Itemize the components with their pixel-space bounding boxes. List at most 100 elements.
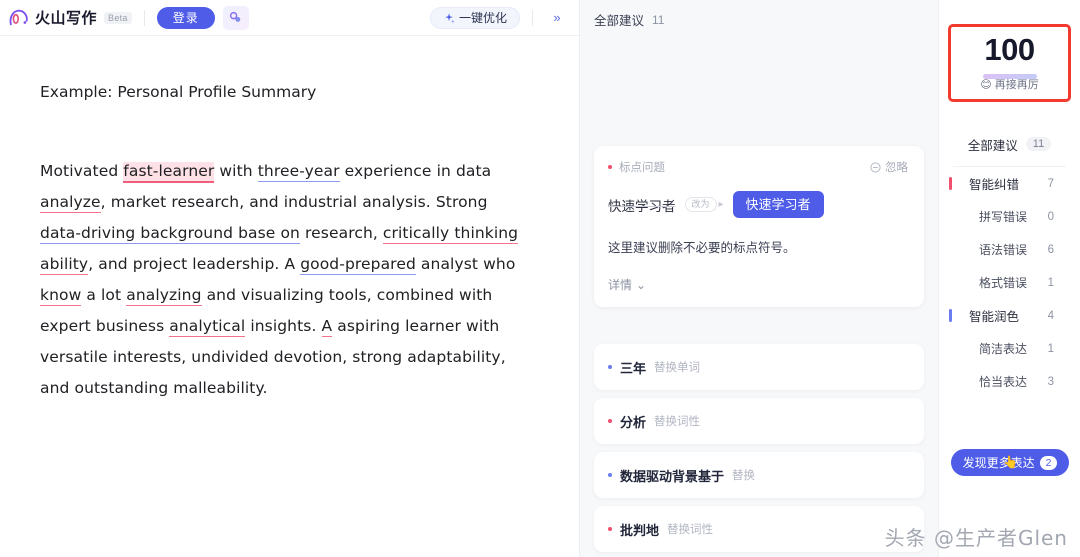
all-suggestions-label: 全部建议	[967, 138, 1018, 153]
doc-marked-text[interactable]: three-year	[257, 161, 340, 182]
suggestion-list-item[interactable]: 三年 替换单词	[594, 344, 924, 390]
change-chip-label: 改为	[684, 196, 717, 213]
doc-text: insights.	[245, 316, 322, 335]
category-count: 4	[1047, 309, 1054, 322]
sidebar-subcategory-0-0[interactable]: 拼写错误 0	[939, 200, 1080, 233]
hand-emoji-icon: 👆	[1003, 455, 1018, 469]
suggestion-type-dot	[608, 419, 612, 423]
subcategory-count: 1	[1047, 342, 1054, 355]
suggestion-kind: 替换单词	[654, 362, 701, 374]
editor-column: 火山写作 Beta 登录 一键优化 » Example: Personal Pr…	[0, 0, 580, 557]
arrow-right-icon: ▸	[718, 199, 724, 210]
suggestion-type-dot	[608, 527, 612, 531]
suggestions-header: 全部建议 11	[580, 0, 938, 29]
sidebar-subcategory-0-2[interactable]: 格式错误 1	[939, 266, 1080, 299]
doc-text: experience in data	[339, 161, 492, 180]
suggestion-type-dot	[608, 365, 612, 369]
top-toolbar: 火山写作 Beta 登录 一键优化 »	[0, 0, 579, 36]
smile-emoji-icon: 😊	[980, 78, 992, 91]
replacement-row: 快速学习者 改为 ▸ 快速学习者	[608, 191, 908, 218]
suggestion-type-dot	[608, 165, 612, 169]
change-arrow: 改为 ▸	[684, 196, 724, 213]
suggestion-list-item[interactable]: 分析 替换词性	[594, 398, 924, 444]
one-click-optimize-button[interactable]: 一键优化	[429, 6, 520, 29]
magic-gear-icon[interactable]	[222, 5, 249, 30]
discover-more-label: 发现更多表达	[962, 456, 1035, 470]
doc-marked-text[interactable]: analyze	[40, 192, 101, 213]
doc-marked-text[interactable]: fast-learner	[123, 161, 215, 183]
ignore-label: 忽略	[885, 162, 908, 174]
subcategory-label: 格式错误	[979, 276, 1028, 290]
ignore-button[interactable]: 忽略	[870, 159, 908, 175]
doc-marked-text[interactable]: A	[321, 316, 333, 337]
suggestion-word: 批判地	[620, 522, 660, 538]
suggestion-kind: 替换词性	[654, 416, 701, 428]
subcategory-count: 1	[1047, 276, 1054, 289]
document-body[interactable]: Motivated fast-learner with three-year e…	[40, 156, 529, 404]
doc-text: analyst who	[415, 254, 516, 273]
suggestion-type-dot	[608, 473, 612, 477]
suggestion-description: 这里建议删除不必要的标点符号。	[608, 241, 796, 255]
suggestions-header-count: 11	[652, 12, 665, 27]
doc-marked-text[interactable]: good-prepared	[300, 254, 416, 275]
score-caption: 😊 再接再厉	[980, 76, 1038, 92]
discover-more-count: 2	[1039, 455, 1058, 470]
sidebar-subcategory-1-0[interactable]: 简洁表达 1	[939, 332, 1080, 365]
details-toggle[interactable]: 详情 ⌄	[608, 276, 908, 293]
login-button[interactable]: 登录	[156, 6, 215, 29]
app-root: 火山写作 Beta 登录 一键优化 » Example: Personal Pr…	[0, 0, 1080, 557]
category-label: 智能润色	[969, 310, 1020, 324]
chevron-down-icon: ⌄	[636, 277, 647, 292]
sidebar-subcategory-1-1[interactable]: 恰当表达 3	[939, 365, 1080, 398]
category-color-bar	[949, 177, 952, 190]
suggestion-card-header: 标点问题 忽略	[608, 159, 908, 175]
sidebar-category-0[interactable]: 智能纠错 7	[939, 167, 1080, 200]
apply-replacement-button[interactable]: 快速学习者	[732, 191, 824, 218]
optimize-label: 一键优化	[458, 10, 507, 25]
brand-name: 火山写作	[35, 10, 98, 27]
toolbar-divider-2	[532, 9, 533, 26]
category-list: 智能纠错 7 拼写错误 0 语法错误 6 格式错误 1 智能润色 4 简洁表达 1 恰当表达 3	[939, 167, 1080, 398]
toolbar-divider	[143, 9, 145, 26]
volcano-logo-icon	[9, 9, 28, 25]
sidebar-subcategory-0-1[interactable]: 语法错误 6	[939, 233, 1080, 266]
sidebar-item-all-suggestions[interactable]: 全部建议 11	[939, 128, 1080, 160]
original-text: 快速学习者	[608, 198, 676, 214]
circle-minus-icon	[870, 161, 881, 173]
score-caption-text: 再接再厉	[994, 79, 1039, 91]
subcategory-label: 拼写错误	[979, 210, 1028, 224]
doc-text: , and project leadership. A	[88, 254, 301, 273]
suggestions-header-label: 全部建议	[594, 14, 645, 28]
suggestion-word: 分析	[620, 414, 647, 430]
score-card: 100 😊 再接再厉	[948, 24, 1071, 102]
subcategory-label: 恰当表达	[979, 375, 1028, 389]
subcategory-count: 6	[1047, 243, 1054, 256]
watermark: 头条 @生产者Glen	[884, 526, 1068, 550]
suggestion-kind: 替换	[732, 470, 756, 482]
category-count: 7	[1047, 177, 1054, 190]
doc-marked-text[interactable]: data-driving background base on	[40, 223, 300, 244]
doc-marked-text[interactable]: analyzing	[126, 285, 202, 306]
doc-marked-text[interactable]: analytical	[169, 316, 246, 337]
subcategory-count: 3	[1047, 375, 1054, 388]
doc-marked-text[interactable]: know	[40, 285, 82, 306]
all-suggestions-count: 11	[1025, 137, 1052, 151]
category-color-bar	[949, 309, 952, 322]
suggestion-list-item[interactable]: 批判地 替换词性	[594, 506, 924, 552]
sidebar-category-1[interactable]: 智能润色 4	[939, 299, 1080, 332]
suggestion-list-item[interactable]: 数据驱动背景基于 替换	[594, 452, 924, 498]
category-label: 智能纠错	[969, 178, 1020, 192]
subcategory-label: 语法错误	[979, 243, 1028, 257]
document-title: Example: Personal Profile Summary	[40, 83, 317, 101]
suggestion-word: 三年	[620, 360, 647, 376]
doc-text: a lot	[81, 285, 127, 304]
suggestion-card[interactable]: 标点问题 忽略 快速学习者 改为 ▸ 快速学习者 这里建议删除不必要的标点符号。…	[594, 146, 924, 307]
document-editor[interactable]: Example: Personal Profile Summary Motiva…	[0, 36, 579, 404]
sparkle-icon	[445, 12, 455, 23]
suggestion-type-label: 标点问题	[619, 162, 665, 174]
details-label: 详情	[608, 278, 633, 292]
double-chevron-right-icon[interactable]: »	[545, 6, 569, 30]
doc-text: , market research, and industrial analys…	[100, 192, 488, 211]
doc-text: research,	[299, 223, 383, 242]
doc-text: Motivated	[40, 161, 124, 180]
